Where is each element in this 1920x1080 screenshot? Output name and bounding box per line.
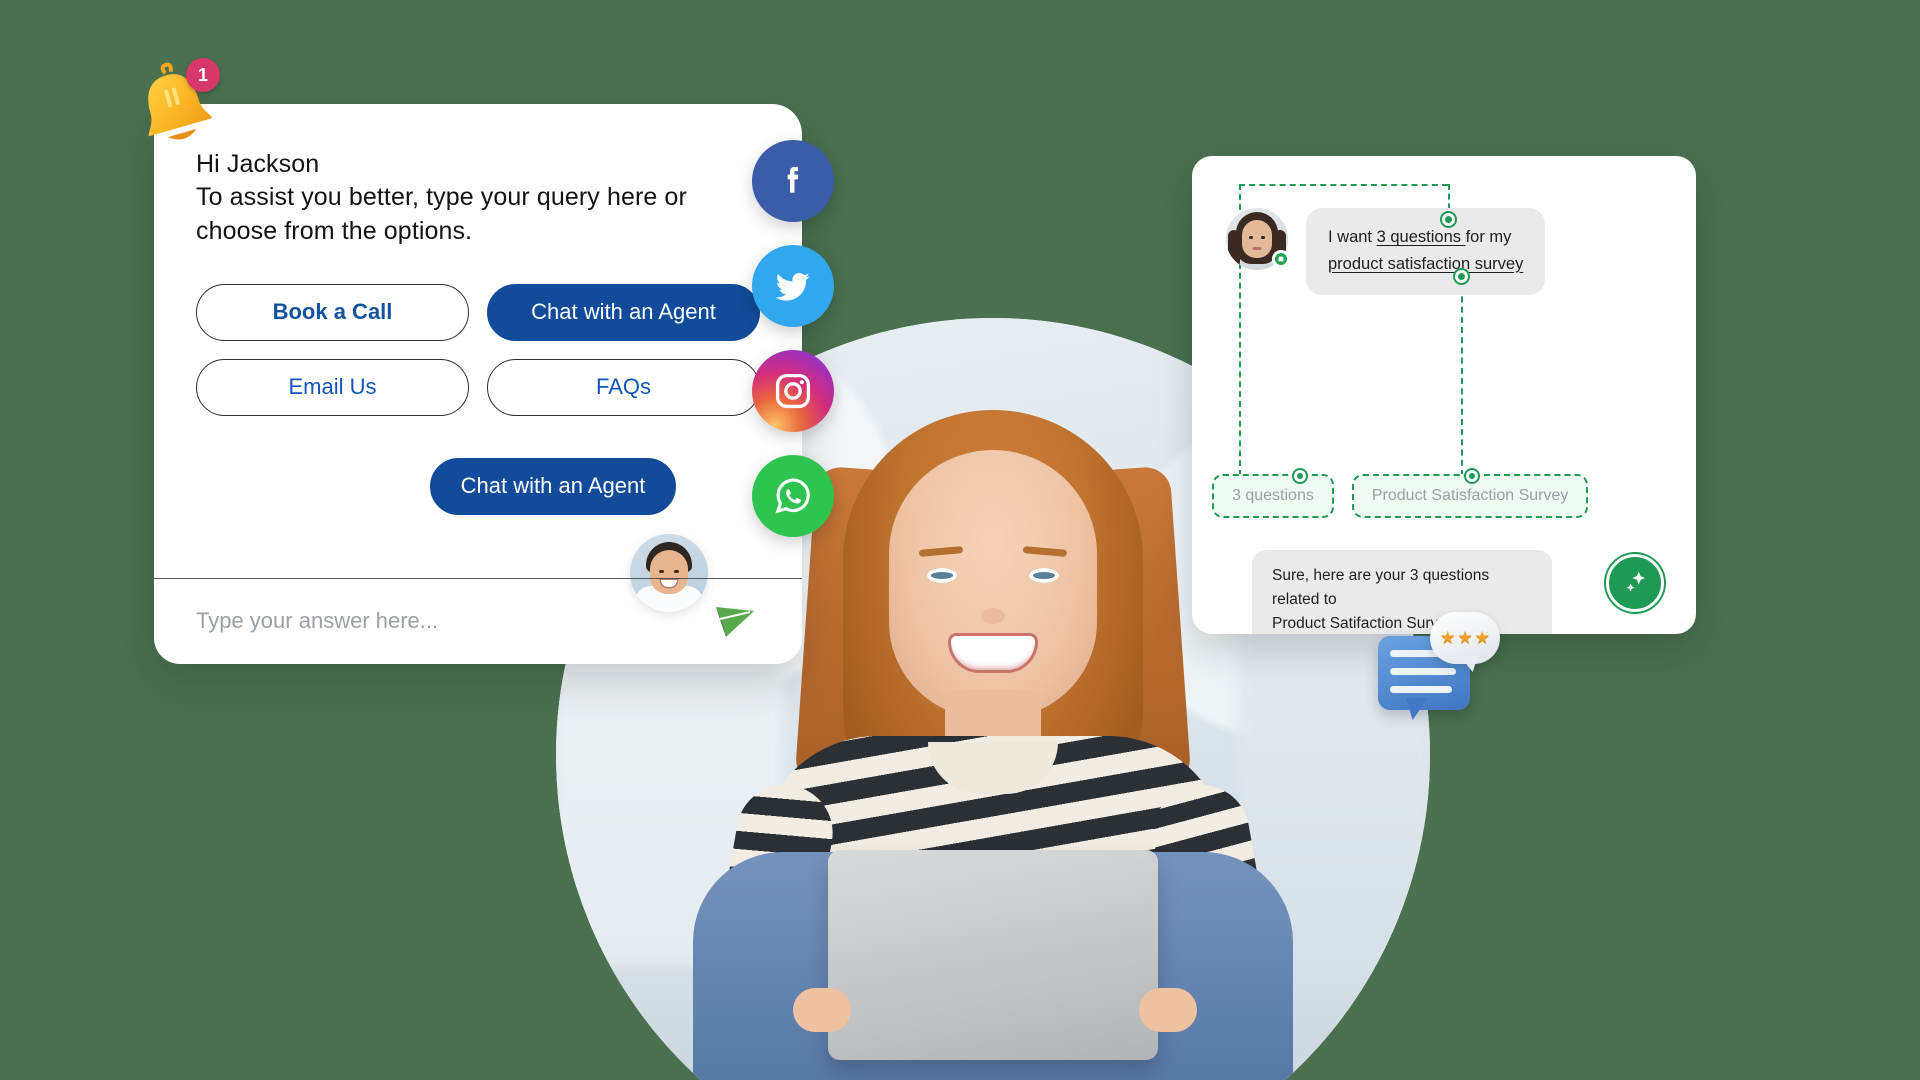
chat-line-3 — [1390, 686, 1452, 693]
greeting-line-3: choose from the options. — [196, 216, 473, 245]
send-plane-icon[interactable] — [706, 599, 760, 643]
chat-with-agent-selected-button[interactable]: Chat with an Agent — [430, 457, 676, 515]
hero-hand-right — [1139, 988, 1197, 1032]
notification-bell[interactable]: 1 — [132, 58, 220, 150]
chat-with-agent-button[interactable]: Chat with an Agent — [487, 283, 760, 341]
hero-eye-right — [1029, 568, 1059, 583]
avatar — [1226, 208, 1290, 270]
instagram-icon[interactable] — [752, 350, 834, 432]
connector-node-bottom — [1453, 268, 1470, 285]
survey-user-message-row: I want 3 questions for my product satisf… — [1226, 208, 1546, 296]
chip-node-icon — [1291, 468, 1308, 484]
connector-line-vertical-right — [1461, 276, 1463, 476]
twitter-icon[interactable] — [752, 245, 834, 327]
avatar-eye-left — [1249, 236, 1253, 239]
chip-survey-name-label: Product Satisfaction Survey — [1371, 487, 1569, 504]
avatar-eye-right — [1261, 236, 1265, 239]
chat-input-row — [154, 578, 802, 664]
whatsapp-icon[interactable] — [752, 455, 834, 537]
facebook-icon[interactable] — [752, 140, 834, 222]
faqs-button[interactable]: FAQs — [487, 358, 760, 416]
greeting-line-1: Hi Jackson — [196, 150, 320, 178]
hero-eye-left — [927, 568, 957, 583]
email-us-button[interactable]: Email Us — [196, 358, 469, 416]
notification-count-badge: 1 — [186, 58, 220, 92]
survey-variable-chips: 3 questions Product Satisfaction Survey — [1212, 468, 1589, 518]
chat-rating-icon: ★ ★ ★ — [1378, 612, 1500, 720]
chat-answer-input[interactable] — [196, 608, 706, 634]
rating-bubble: ★ ★ ★ — [1430, 612, 1500, 672]
connector-node-top — [1440, 211, 1457, 228]
hero-brow-right — [1022, 546, 1068, 557]
chip-survey-name[interactable]: Product Satisfaction Survey — [1351, 468, 1589, 518]
chip-node-icon — [1463, 468, 1480, 484]
ai-sparkle-icon[interactable] — [1606, 554, 1664, 612]
social-icon-column — [752, 140, 834, 537]
user-message-highlight-2: product satisfaction survey — [1328, 254, 1524, 273]
avatar-hair-left — [1228, 230, 1240, 268]
followup-row: Chat with an Agent — [196, 457, 760, 515]
chat-widget-body: Hi Jackson To assist you better, type yo… — [154, 104, 802, 515]
chip-question-count-label: 3 questions — [1232, 487, 1314, 504]
connector-line-horizontal-top — [1239, 184, 1448, 186]
bot-answer-line-1: Sure, here are your 3 questions related … — [1272, 567, 1490, 609]
user-message-highlight-1: 3 questions — [1376, 228, 1466, 246]
chat-line-2 — [1390, 668, 1456, 675]
avatar-lips — [1252, 247, 1262, 250]
user-message-text-2: for my — [1465, 228, 1512, 246]
scene-root: Hi Jackson To assist you better, type yo… — [0, 0, 1920, 1080]
book-a-call-button[interactable]: Book a Call — [196, 283, 469, 341]
agent-eye-left — [659, 570, 664, 573]
hero-laptop — [828, 850, 1158, 1060]
quick-options-grid: Book a Call Chat with an Agent Email Us … — [196, 283, 760, 416]
chat-widget: Hi Jackson To assist you better, type yo… — [154, 104, 802, 664]
chat-greeting: Hi Jackson To assist you better, type yo… — [196, 148, 760, 248]
hero-face — [889, 450, 1097, 718]
survey-builder-panel: I want 3 questions for my product satisf… — [1192, 156, 1696, 634]
avatar-face — [1242, 220, 1272, 258]
user-message-text-1: I want — [1328, 228, 1377, 246]
star-icon: ★ — [1474, 628, 1490, 647]
chip-question-count[interactable]: 3 questions — [1212, 468, 1334, 518]
greeting-line-2: To assist you better, type your query he… — [196, 183, 687, 212]
hero-brow-left — [918, 546, 964, 557]
star-icon: ★ — [1440, 628, 1456, 647]
user-message-bubble: I want 3 questions for my product satisf… — [1306, 208, 1546, 296]
hero-nose — [981, 608, 1005, 624]
online-status-badge — [1272, 250, 1290, 268]
hero-hand-left — [793, 988, 851, 1032]
star-icon: ★ — [1457, 628, 1473, 647]
agent-eye-right — [674, 570, 679, 573]
hero-mouth — [951, 636, 1035, 670]
